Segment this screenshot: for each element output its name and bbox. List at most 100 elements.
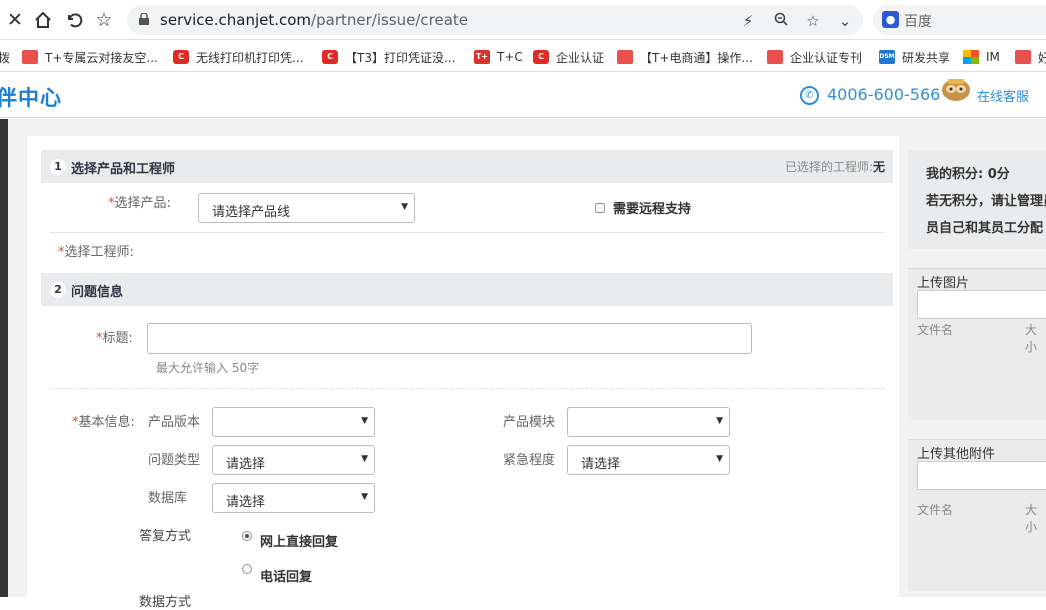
bookmark-star-icon[interactable]: ☆ (804, 12, 822, 30)
search-placeholder: 百度 (904, 14, 932, 30)
remote-support-label: 需要远程支持 (613, 202, 692, 217)
phone-icon: ✆ (800, 86, 819, 105)
upload-image-panel: 上传图片 文件名 大小 (908, 268, 1046, 420)
urgency-select[interactable]: 请选择 ▼ (567, 445, 730, 475)
bookmark-icon (767, 50, 783, 64)
title-label: *标题: (96, 331, 133, 346)
reply-phone-label: 电话回复 (260, 570, 313, 585)
issue-type-label: 问题类型 (148, 453, 201, 468)
bookmark-item[interactable]: IM (963, 48, 1000, 66)
data-method-label: 数据方式 (139, 595, 192, 610)
database-value: 请选择 (226, 495, 266, 510)
bookmark-icon (1015, 50, 1031, 64)
reply-online-radio[interactable] (242, 531, 252, 541)
bookmark-item[interactable]: T+专属云对接友空... (22, 48, 158, 66)
bookmark-icon (617, 50, 633, 64)
title-input[interactable] (147, 323, 752, 354)
home-icon[interactable] (32, 9, 54, 31)
chanjet-icon: C (173, 50, 189, 64)
star-icon[interactable]: ☆ (93, 9, 115, 31)
bookmark-item[interactable]: C 无线打印机打印凭... (173, 48, 303, 66)
database-select[interactable]: 请选择 ▼ (212, 483, 375, 513)
site-header: 伴中心 ✆ 4006-600-566 在线客服 (0, 73, 1046, 118)
upload-attachment-title: 上传其他附件 (917, 447, 996, 462)
left-sidebar-strip (0, 119, 8, 597)
divider (50, 388, 884, 389)
bookmark-item[interactable]: C 企业认证 (533, 48, 604, 66)
issue-type-value: 请选择 (226, 457, 266, 472)
customer-service-icon[interactable] (938, 75, 974, 103)
chevron-down-icon: ▼ (716, 454, 723, 464)
product-version-select[interactable]: ▼ (212, 407, 375, 437)
section-select-product: 1 选择产品和工程师 已选择的工程师:无 (41, 150, 893, 183)
upload-attachment-input[interactable] (917, 461, 1046, 490)
tplus-icon: T+ (474, 50, 490, 64)
chevron-down-icon: ▼ (361, 416, 368, 426)
file-size-header: 大小 (1025, 323, 1038, 354)
urgency-value: 请选择 (581, 457, 621, 472)
bookmarks-bar: 拨 T+专属云对接友空... C 无线打印机打印凭... C 【T3】打印凭证没..… (0, 40, 1046, 72)
chevron-down-icon: ▼ (361, 492, 368, 502)
close-icon[interactable]: ✕ (4, 9, 26, 31)
file-size-header: 大小 (1025, 503, 1038, 534)
chevron-down-icon[interactable]: ⌄ (836, 12, 854, 30)
search-box[interactable]: ● 百度 (873, 5, 1046, 35)
section-title: 选择产品和工程师 (71, 162, 176, 177)
urgency-label: 紧急程度 (503, 453, 556, 468)
reload-icon[interactable] (63, 9, 85, 31)
online-service-link[interactable]: 在线客服 (977, 86, 1029, 105)
zoom-icon[interactable] (772, 12, 790, 30)
bookmark-item[interactable]: 好 (1015, 48, 1046, 66)
issue-type-select[interactable]: 请选择 ▼ (212, 445, 375, 475)
windows-icon (963, 50, 979, 64)
bookmark-item[interactable]: DSM 研发共享 (879, 48, 950, 66)
url-text: service.chanjet.com/partner/issue/create (160, 11, 469, 29)
product-select[interactable]: 请选择产品线 ▼ (198, 193, 415, 223)
bookmark-item[interactable]: 企业认证专刊 (767, 48, 862, 66)
points-notice: 若无积分，请让管理员 (926, 194, 1046, 209)
chanjet-icon: C (322, 50, 338, 64)
section-number: 2 (50, 282, 66, 298)
site-title[interactable]: 伴中心 (0, 82, 62, 112)
bookmark-item[interactable]: C 【T3】打印凭证没... (322, 48, 455, 66)
remote-support-checkbox[interactable] (595, 203, 605, 213)
reply-online-label: 网上直接回复 (260, 535, 339, 550)
chevron-down-icon: ▼ (401, 202, 408, 212)
database-label: 数据库 (148, 491, 188, 506)
title-hint: 最大允许输入 50字 (156, 361, 260, 375)
bookmark-item[interactable]: 拨 (0, 48, 10, 66)
lock-icon (139, 13, 149, 25)
reply-method-label: 答复方式 (139, 529, 192, 544)
upload-image-input[interactable] (917, 290, 1046, 319)
divider (50, 232, 884, 233)
chevron-down-icon: ▼ (361, 454, 368, 464)
bookmark-icon (22, 50, 38, 64)
dsm-icon: DSM (879, 50, 895, 64)
upload-attachment-panel: 上传其他附件 文件名 大小 (908, 439, 1046, 591)
lightning-icon[interactable]: ⚡ (739, 12, 757, 30)
points-text: 我的积分: 0分 (926, 167, 1010, 182)
file-name-header: 文件名 (917, 503, 954, 517)
chanjet-icon: C (533, 50, 549, 64)
chevron-down-icon: ▼ (716, 416, 723, 426)
phone-number: 4006-600-566 (827, 85, 941, 104)
product-select-value: 请选择产品线 (212, 205, 291, 220)
browser-toolbar: ✕ ☆ service.chanjet.com/partner/issue/cr… (0, 0, 1046, 40)
url-bar[interactable]: service.chanjet.com/partner/issue/create… (127, 5, 863, 35)
section-title: 问题信息 (71, 285, 124, 300)
selected-engineer: 已选择的工程师:无 (784, 160, 885, 174)
section-issue-info: 2 问题信息 (41, 273, 893, 306)
basic-info-label: *基本信息: (72, 415, 135, 430)
product-label: *选择产品: (108, 196, 171, 211)
points-notice: 员自己和其员工分配 (926, 221, 1044, 236)
bookmark-item[interactable]: T+ T+C (474, 48, 523, 66)
bookmark-item[interactable]: 【T+电商通】操作... (617, 48, 753, 66)
product-module-select[interactable]: ▼ (567, 407, 730, 437)
product-version-label: 产品版本 (148, 415, 201, 430)
engineer-label: *选择工程师: (58, 245, 134, 260)
reply-phone-radio[interactable] (242, 564, 252, 574)
product-module-label: 产品模块 (503, 415, 556, 430)
points-box: 我的积分: 0分 若无积分，请让管理员 员自己和其员工分配 (908, 150, 1046, 249)
upload-image-title: 上传图片 (917, 276, 970, 291)
section-number: 1 (50, 159, 66, 175)
